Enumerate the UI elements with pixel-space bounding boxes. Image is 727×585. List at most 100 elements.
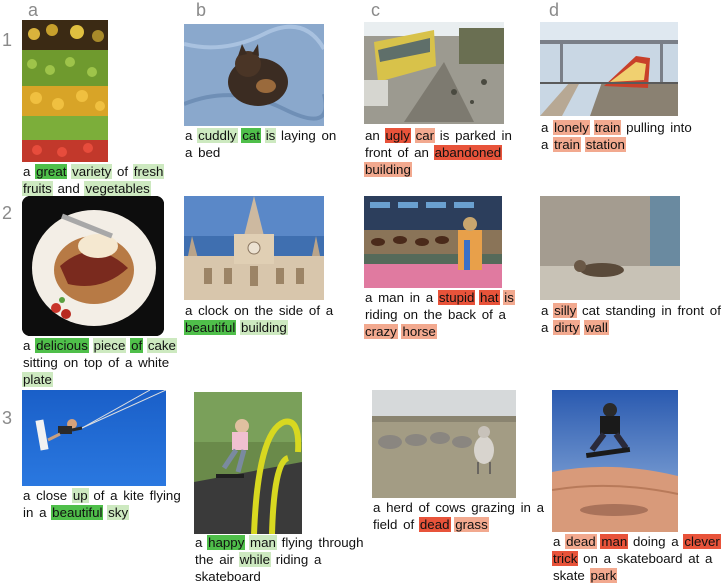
- caption-word: clock: [198, 303, 229, 318]
- caption-word: stupid: [437, 290, 476, 305]
- photo-cows-grazing: [372, 390, 516, 498]
- caption-word: happy: [207, 535, 246, 550]
- caption-word: and: [57, 181, 80, 196]
- caption-word: at: [688, 551, 700, 566]
- caption-word: ugly: [384, 128, 411, 143]
- caption-word: a: [603, 551, 611, 566]
- caption-word: of: [308, 303, 321, 318]
- caption-word: beautiful: [184, 320, 237, 335]
- caption-word: a: [365, 290, 373, 305]
- caption-word: the: [423, 307, 443, 322]
- photo-horse-racing: [364, 196, 502, 288]
- caption-1d: a lonely train pulling into a train stat…: [540, 119, 700, 153]
- caption-word: variety: [71, 164, 113, 179]
- caption-word: building: [364, 162, 412, 177]
- caption-word: laying: [281, 128, 316, 143]
- caption-word: on: [63, 355, 79, 370]
- caption-word: a: [110, 488, 118, 503]
- caption-word: while: [238, 552, 271, 567]
- caption-word: pulling: [626, 120, 665, 135]
- caption-word: grass: [454, 517, 489, 532]
- caption-word: vegetables: [84, 181, 151, 196]
- caption-3c: a herd of cows grazing in a field of dea…: [372, 499, 552, 533]
- caption-word: is: [503, 290, 515, 305]
- caption-word: a: [541, 137, 549, 152]
- photo-fruit-stand: [22, 20, 108, 162]
- caption-word: on: [403, 307, 419, 322]
- caption-word: of: [709, 303, 721, 318]
- caption-word: a: [185, 145, 193, 160]
- caption-word: in: [661, 303, 672, 318]
- caption-word: train: [593, 120, 622, 135]
- photo-cathedral: [184, 196, 324, 300]
- caption-word: dirty: [553, 320, 581, 335]
- caption-word: of: [397, 145, 409, 160]
- caption-word: standing: [605, 303, 656, 318]
- caption-3d: a dead man doing a clever trick on a ska…: [552, 533, 727, 584]
- caption-word: building: [239, 320, 288, 335]
- caption-word: hat: [479, 290, 500, 305]
- photo-train-station: [540, 22, 678, 116]
- caption-2c: a man in a stupid hat is riding on the b…: [364, 289, 524, 340]
- caption-word: a: [425, 290, 434, 305]
- caption-3a: a close up of a kite flying in a beautif…: [22, 487, 182, 521]
- caption-word: into: [670, 120, 692, 135]
- caption-word: a: [536, 500, 545, 515]
- caption-word: piece: [92, 338, 127, 353]
- caption-word: white: [138, 355, 170, 370]
- caption-word: a: [498, 307, 506, 322]
- caption-word: in: [520, 500, 531, 515]
- caption-word: is: [439, 128, 450, 143]
- row-label-3: 3: [2, 408, 13, 428]
- caption-word: bed: [198, 145, 221, 160]
- caption-word: lonely: [553, 120, 590, 135]
- caption-word: riding: [275, 552, 309, 567]
- caption-word: station: [584, 137, 626, 152]
- caption-1c: an ugly car is parked in front of an aba…: [364, 127, 524, 178]
- caption-word: in: [501, 128, 512, 143]
- caption-word: a: [671, 534, 679, 549]
- caption-word: the: [195, 552, 214, 567]
- caption-word: abandoned: [433, 145, 503, 160]
- caption-word: herd: [386, 500, 413, 515]
- caption-word: field: [373, 517, 398, 532]
- caption-word: man: [600, 534, 629, 549]
- photo-abandoned-bus: [364, 22, 504, 124]
- caption-word: doing: [632, 534, 666, 549]
- caption-word: a: [39, 505, 47, 520]
- caption-word: man: [249, 535, 277, 550]
- caption-word: a: [325, 303, 334, 318]
- caption-word: a: [553, 534, 561, 549]
- caption-word: front: [677, 303, 705, 318]
- caption-word: on: [321, 128, 337, 143]
- caption-word: great: [35, 164, 68, 179]
- caption-word: sitting: [23, 355, 58, 370]
- caption-word: top: [83, 355, 103, 370]
- caption-word: of: [108, 355, 120, 370]
- caption-word: delicious: [35, 338, 89, 353]
- caption-word: a: [541, 303, 549, 318]
- caption-word: on: [234, 303, 249, 318]
- caption-word: riding: [365, 307, 398, 322]
- caption-word: side: [278, 303, 304, 318]
- caption-word: fruits: [22, 181, 53, 196]
- caption-word: cat: [241, 128, 261, 143]
- caption-word: a: [195, 535, 203, 550]
- caption-word: wall: [583, 320, 609, 335]
- caption-word: up: [71, 488, 89, 503]
- caption-word: of: [481, 307, 493, 322]
- caption-word: sky: [107, 505, 130, 520]
- caption-word: skateboard: [616, 551, 683, 566]
- caption-word: horse: [401, 324, 437, 339]
- caption-word: in: [409, 290, 421, 305]
- caption-word: a: [313, 552, 322, 567]
- caption-word: of: [418, 500, 430, 515]
- photo-cat-on-bed: [184, 24, 324, 126]
- caption-word: skateboard: [195, 569, 261, 584]
- caption-word: dead: [418, 517, 451, 532]
- caption-word: trick: [552, 551, 579, 566]
- caption-word: on: [583, 551, 598, 566]
- row-label-2: 2: [2, 203, 13, 223]
- caption-word: through: [318, 535, 364, 550]
- caption-word: kite: [123, 488, 144, 503]
